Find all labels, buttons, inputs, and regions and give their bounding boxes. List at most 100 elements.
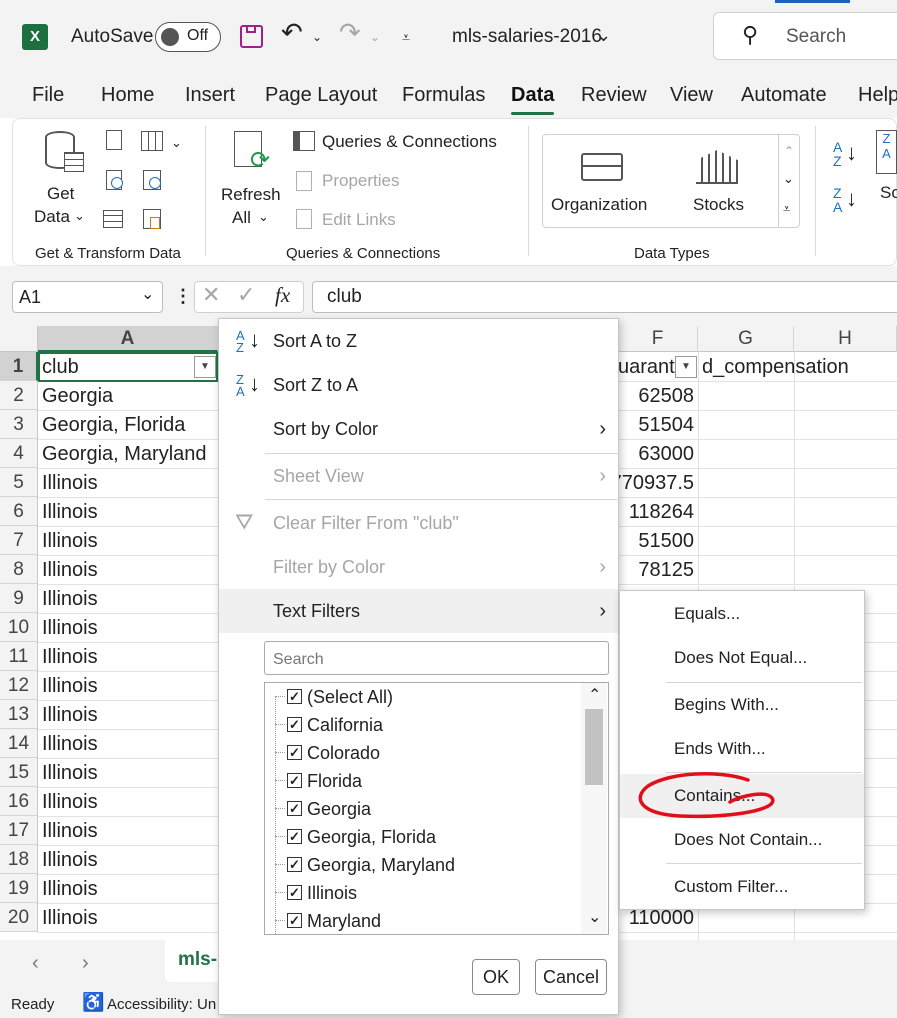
table-cell[interactable]: Illinois — [38, 498, 98, 527]
sort-by-color[interactable]: Sort by Color › — [219, 407, 618, 451]
checkbox-checked-icon[interactable]: ✓ — [287, 801, 302, 816]
formula-input[interactable]: club — [312, 281, 897, 313]
sort-az-icon[interactable]: AZ — [833, 140, 842, 168]
from-picture-icon[interactable] — [141, 131, 163, 151]
column-header-g[interactable]: G — [698, 326, 794, 352]
autosave-toggle[interactable]: Off — [155, 22, 221, 52]
filter-search-input[interactable]: Search — [264, 641, 609, 675]
filename[interactable]: mls-salaries-2016 — [452, 26, 602, 48]
get-data-chevron-icon[interactable]: ⌄ — [74, 205, 85, 227]
table-cell[interactable]: Illinois — [38, 527, 98, 556]
row-header[interactable]: 11 — [0, 642, 38, 671]
table-cell[interactable]: Illinois — [38, 759, 98, 788]
sheet-tab[interactable]: mls- — [165, 940, 225, 982]
checkbox-checked-icon[interactable]: ✓ — [287, 885, 302, 900]
custom-filter[interactable]: Custom Filter... — [620, 865, 864, 909]
filter-begins-with[interactable]: Begins With... — [620, 683, 864, 727]
row-header[interactable]: 5 — [0, 468, 38, 497]
checkbox-checked-icon[interactable]: ✓ — [287, 745, 302, 760]
text-filters[interactable]: Text Filters › — [219, 589, 618, 633]
sort-a-to-z[interactable]: AZ ↓ Sort A to Z — [219, 319, 618, 363]
row-header[interactable]: 10 — [0, 613, 38, 642]
row-header[interactable]: 14 — [0, 729, 38, 758]
scroll-thumb[interactable] — [585, 709, 603, 785]
checkbox-checked-icon[interactable]: ✓ — [287, 829, 302, 844]
checkbox-checked-icon[interactable]: ✓ — [287, 717, 302, 732]
stocks-button[interactable]: Stocks — [693, 194, 744, 216]
row-header[interactable]: 8 — [0, 555, 38, 584]
row-header[interactable]: 19 — [0, 874, 38, 903]
existing-connections-icon[interactable] — [143, 209, 161, 229]
refresh-label[interactable]: Refresh — [221, 184, 281, 206]
checkbox-checked-icon[interactable]: ✓ — [287, 857, 302, 872]
undo-dropdown-icon[interactable]: ⌄ — [312, 26, 322, 48]
prev-sheet-icon[interactable]: ‹ — [32, 952, 39, 974]
gallery-up-icon[interactable]: ⌃ — [784, 140, 794, 162]
table-cell[interactable]: Georgia, Florida — [38, 411, 185, 440]
row-header[interactable]: 1 — [0, 352, 38, 381]
tab-formulas[interactable]: Formulas — [402, 84, 485, 107]
cancel-button[interactable]: Cancel — [535, 959, 607, 995]
list-scrollbar[interactable]: ⌃ ⌄ — [581, 683, 607, 934]
table-cell[interactable]: Illinois — [38, 788, 98, 817]
name-box-chevron-icon[interactable]: ⌄ — [141, 284, 154, 306]
row-header[interactable]: 6 — [0, 497, 38, 526]
checkbox-checked-icon[interactable]: ✓ — [287, 773, 302, 788]
row-header[interactable]: 15 — [0, 758, 38, 787]
briefcase-icon[interactable] — [581, 153, 623, 181]
refresh-chevron-icon[interactable]: ⌄ — [258, 206, 269, 228]
scroll-down-icon[interactable]: ⌄ — [588, 907, 601, 929]
table-cell[interactable]: Illinois — [38, 672, 98, 701]
select-all-corner[interactable] — [0, 326, 38, 352]
table-cell[interactable]: Illinois — [38, 730, 98, 759]
checkbox-checked-icon[interactable]: ✓ — [287, 689, 302, 704]
accessibility-status[interactable]: Accessibility: Un — [107, 994, 216, 1016]
get-data-label[interactable]: Get — [47, 183, 74, 205]
filter-equals[interactable]: Equals... — [620, 592, 864, 636]
from-text-icon[interactable] — [106, 130, 122, 150]
row-header[interactable]: 13 — [0, 700, 38, 729]
sort-za-icon[interactable]: ZA — [833, 186, 842, 214]
accessibility-icon[interactable]: ♿ — [82, 991, 104, 1013]
row-header[interactable]: 18 — [0, 845, 38, 874]
queries-connections-button[interactable]: Queries & Connections — [322, 131, 497, 153]
row-header[interactable]: 4 — [0, 439, 38, 468]
get-data-label-2[interactable]: Data — [34, 206, 70, 228]
filter-not-equal[interactable]: Does Not Equal... — [620, 636, 864, 680]
table-cell[interactable]: Illinois — [38, 904, 98, 933]
tab-data[interactable]: Data — [511, 84, 555, 115]
insert-function-icon[interactable]: fx — [275, 284, 290, 306]
row-header[interactable]: 7 — [0, 526, 38, 555]
from-web-icon[interactable] — [106, 170, 123, 190]
table-cell[interactable]: Illinois — [38, 585, 98, 614]
column-header-f[interactable]: F — [618, 326, 698, 352]
next-sheet-icon[interactable]: › — [82, 952, 89, 974]
from-picture-chevron-icon[interactable]: ⌄ — [171, 132, 182, 154]
table-cell[interactable]: Illinois — [38, 701, 98, 730]
checkbox-checked-icon[interactable]: ✓ — [287, 913, 302, 928]
ok-button[interactable]: OK — [472, 959, 520, 995]
recent-sources-icon[interactable] — [143, 170, 161, 190]
more-options-icon[interactable]: ⋮ — [174, 285, 192, 307]
row-header[interactable]: 17 — [0, 816, 38, 845]
cell-g1[interactable]: d_compensation — [698, 353, 849, 382]
undo-icon[interactable]: ↶ — [281, 19, 303, 45]
tab-home[interactable]: Home — [101, 84, 154, 107]
tab-page-layout[interactable]: Page Layout — [265, 84, 377, 107]
name-box[interactable]: A1 ⌄ — [12, 281, 163, 313]
refresh-label-2[interactable]: All — [232, 207, 251, 229]
filter-dropdown-club[interactable]: ▼ — [194, 356, 216, 378]
table-cell[interactable]: Illinois — [38, 556, 98, 585]
row-header[interactable]: 12 — [0, 671, 38, 700]
gallery-down-icon[interactable]: ⌄ — [783, 168, 794, 190]
gallery-more-icon[interactable]: ⩡ — [783, 198, 790, 220]
column-header-a[interactable]: A — [38, 326, 218, 352]
row-header[interactable]: 9 — [0, 584, 38, 613]
row-header[interactable]: 20 — [0, 903, 38, 932]
sort-dialog-icon[interactable]: ZA — [876, 130, 897, 174]
table-cell[interactable]: Georgia — [38, 382, 113, 411]
table-cell[interactable]: Illinois — [38, 846, 98, 875]
tab-file[interactable]: File — [32, 84, 64, 107]
tab-help[interactable]: Help — [858, 84, 897, 107]
table-cell[interactable]: Illinois — [38, 469, 98, 498]
